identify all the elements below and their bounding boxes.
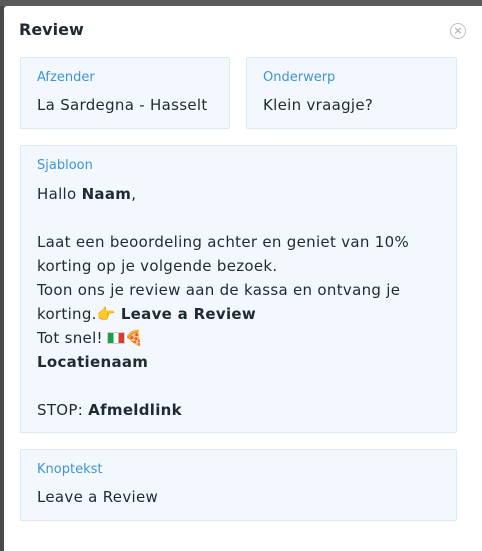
- greeting-suffix: ,: [131, 185, 137, 203]
- paragraph-discount: Laat een beoordeling achter en geniet va…: [37, 233, 409, 275]
- greeting-line: Hallo Naam,: [37, 182, 447, 206]
- unsubscribe-link-placeholder: Afmeldlink: [88, 401, 182, 419]
- sender-card: Afzender La Sardegna - Hasselt: [20, 57, 230, 129]
- subject-card: Onderwerp Klein vraagje?: [246, 57, 457, 129]
- modal-title: Review: [19, 20, 84, 39]
- template-label: Sjabloon: [37, 158, 93, 173]
- stop-prefix: STOP:: [37, 401, 89, 419]
- review-link-placeholder: Leave a Review: [120, 305, 257, 323]
- subject-label: Onderwerp: [263, 70, 336, 85]
- closing-line: Tot snel! 🍕: [37, 326, 447, 350]
- location-name-placeholder: Locatienaam: [37, 353, 149, 371]
- blank-line-2: [37, 374, 447, 398]
- button-text-card: Knoptekst Leave a Review: [20, 449, 457, 521]
- template-body: Hallo Naam, Laat een beoordeling achter …: [37, 182, 447, 422]
- closing-text: Tot snel!: [37, 329, 103, 347]
- paragraph-review: Toon ons je review aan de kassa en ontva…: [37, 278, 447, 326]
- close-icon[interactable]: ×: [450, 23, 466, 39]
- sender-value: La Sardegna - Hasselt: [37, 96, 208, 114]
- subject-value: Klein vraagje?: [263, 96, 374, 114]
- template-card: Sjabloon Hallo Naam, Laat een beoordelin…: [20, 145, 457, 433]
- review-modal: Review × Afzender La Sardegna - Hasselt …: [4, 6, 482, 551]
- sender-label: Afzender: [37, 70, 95, 85]
- button-text-value: Leave a Review: [37, 488, 159, 506]
- italy-flag-icon: [106, 332, 125, 344]
- greeting-prefix: Hallo: [37, 185, 82, 203]
- pointing-hand-icon: 👉: [96, 305, 116, 323]
- stop-line: STOP: Afmeldlink: [37, 398, 447, 422]
- button-text-label: Knoptekst: [37, 462, 103, 477]
- greeting-name-placeholder: Naam: [81, 185, 132, 203]
- pizza-icon: 🍕: [124, 329, 144, 347]
